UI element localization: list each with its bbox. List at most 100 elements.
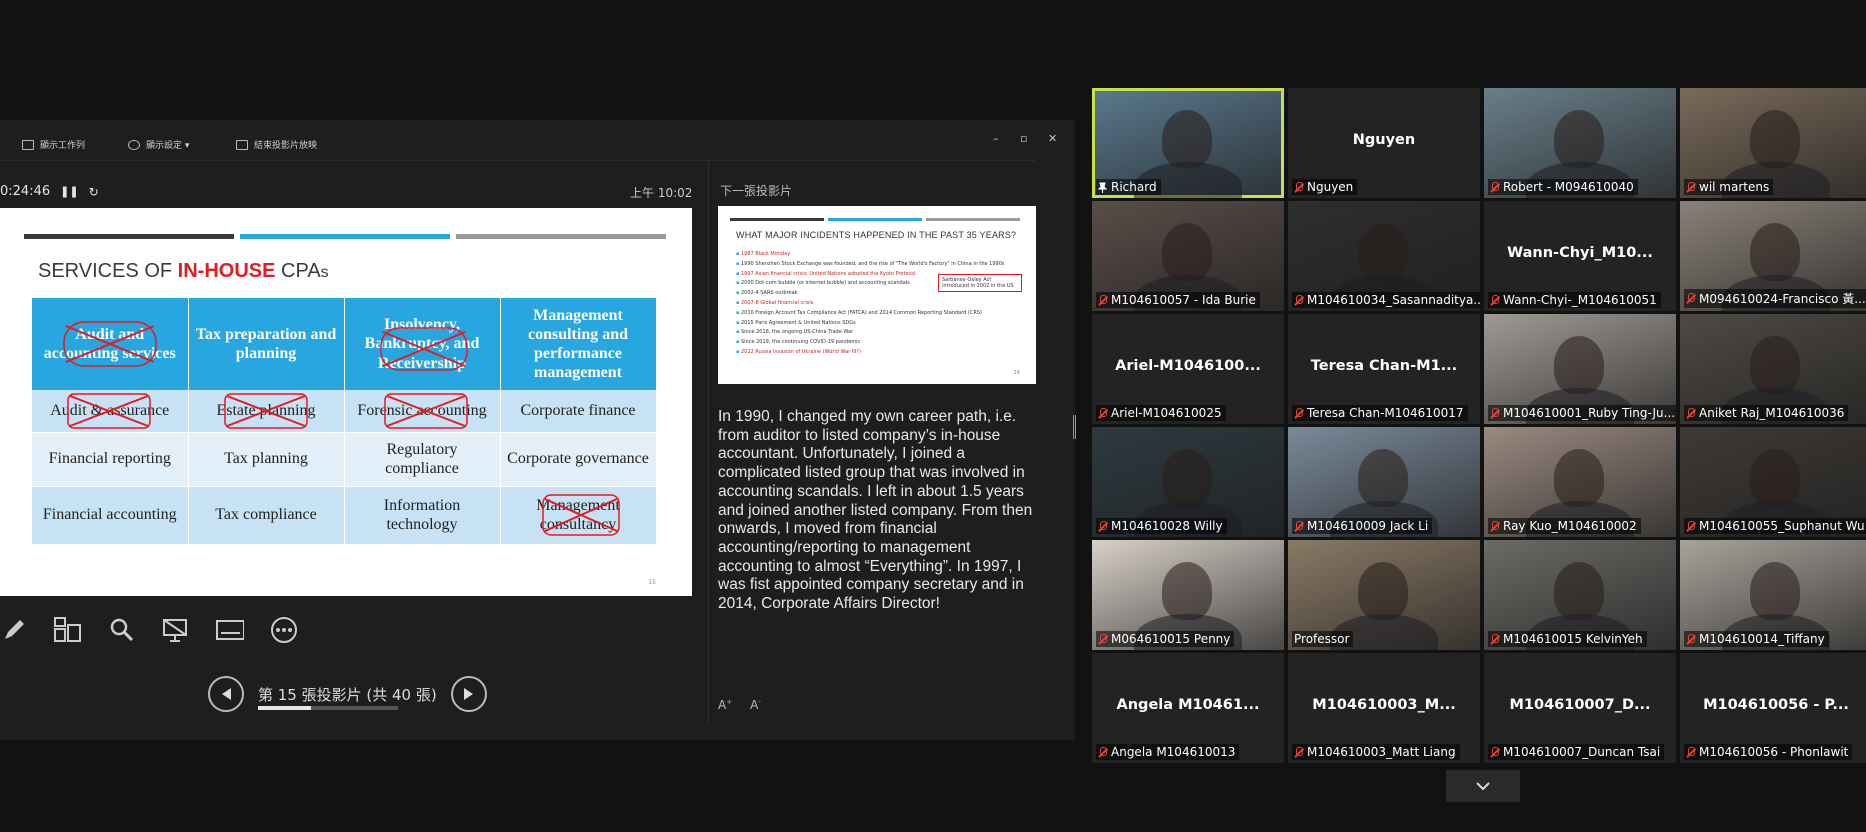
participant-name-label: M104610028 Willy [1096, 518, 1227, 534]
muted-mic-icon [1686, 293, 1695, 304]
slide-progress-fill [258, 706, 311, 710]
end-show-button[interactable]: 結束投影片放映 [236, 138, 317, 151]
participant-name-label: wil martens [1684, 179, 1774, 195]
display-settings-label: 顯示設定 ▾ [146, 141, 190, 151]
participant-tile[interactable]: Aniket Raj_M104610036 [1680, 314, 1866, 424]
cell-text: Financial accounting [42, 506, 177, 524]
pause-icon[interactable]: ❚❚ [60, 185, 78, 198]
participant-tile[interactable]: M104610055_Suphanut Wu... [1680, 427, 1866, 537]
slide-bar [730, 218, 824, 221]
participant-tile[interactable]: Richard [1092, 88, 1284, 198]
muted-mic-icon [1294, 181, 1303, 193]
participant-video [1750, 336, 1800, 394]
participant-name-label: M104610015 KelvinYeh [1488, 631, 1647, 647]
cell-text: Audit & assurance [50, 402, 170, 420]
participant-video [1554, 562, 1604, 620]
participant-name: M104610034_Sasannaditya... [1307, 293, 1480, 307]
cell: Regulatory compliance [344, 432, 501, 487]
participant-tile[interactable]: Ray Kuo_M104610002 [1484, 427, 1676, 537]
participant-tile[interactable]: Professor [1288, 540, 1480, 650]
muted-mic-icon [1686, 181, 1695, 193]
next-slide-preview[interactable]: WHAT MAJOR INCIDENTS HAPPENED IN THE PAS… [718, 206, 1036, 384]
muted-mic-icon [1490, 633, 1499, 645]
splitter-handle[interactable] [1073, 415, 1076, 439]
muted-mic-icon [1294, 520, 1303, 532]
muted-mic-icon [1098, 746, 1107, 758]
participant-tile[interactable]: M104610056 - P... M104610056 - Phonlawit [1680, 653, 1866, 763]
participant-name: M064610015 Penny [1111, 632, 1231, 646]
increase-font-button[interactable]: A+ [718, 698, 732, 712]
participant-display-name: Wann-Chyi_M10... [1507, 245, 1653, 261]
participant-tile[interactable]: M104610001_Ruby Ting-Ju... [1484, 314, 1676, 424]
previous-slide-button[interactable] [208, 676, 244, 712]
cell: Forensic accounting [344, 390, 501, 433]
participant-tile[interactable]: M104610003_M... M104610003_Matt Liang [1288, 653, 1480, 763]
incident-item: Since 2018, the ongoing US-China Trade W… [736, 328, 1005, 338]
pen-icon[interactable] [0, 616, 28, 644]
participant-tile[interactable]: Angela M10461... Angela M104610013 [1092, 653, 1284, 763]
participant-name-label: Teresa Chan-M104610017 [1292, 405, 1468, 421]
participant-name-label: Angela M104610013 [1096, 744, 1240, 760]
muted-mic-icon [1490, 520, 1499, 532]
black-screen-icon[interactable] [162, 616, 190, 644]
participant-tile[interactable]: Teresa Chan-M1... Teresa Chan-M104610017 [1288, 314, 1480, 424]
toolbar-divider [0, 160, 1035, 161]
participant-name: Professor [1294, 632, 1350, 646]
participant-display-name: M104610003_M... [1312, 697, 1456, 713]
current-slide: SERVICES OF IN-HOUSE CPAs Audit and acco… [0, 208, 692, 596]
pin-icon [1098, 182, 1107, 193]
participant-name-label: Nguyen [1292, 179, 1358, 195]
participant-name: Angela M104610013 [1111, 745, 1236, 759]
show-more-participants-button[interactable] [1446, 770, 1520, 802]
more-options-icon[interactable] [270, 616, 298, 644]
participant-tile[interactable]: M104610034_Sasannaditya... [1288, 201, 1480, 311]
participant-display-name: Ariel-M1046100... [1115, 358, 1261, 374]
participant-tile[interactable]: Ariel-M1046100... Ariel-M104610025 [1092, 314, 1284, 424]
subtitles-icon[interactable] [216, 616, 244, 644]
participant-name-label: Aniket Raj_M104610036 [1684, 405, 1849, 421]
muted-mic-icon [1490, 294, 1499, 306]
participant-tile[interactable]: M104610028 Willy [1092, 427, 1284, 537]
header-cell: Audit and accounting services [32, 298, 189, 390]
participant-tile[interactable]: Robert - M094610040 [1484, 88, 1676, 198]
show-taskbar-label: 顯示工作列 [40, 141, 86, 151]
participant-tile[interactable]: M104610057 - Ida Burie [1092, 201, 1284, 311]
show-taskbar-button[interactable]: 顯示工作列 [22, 138, 85, 151]
participant-video [1554, 336, 1604, 394]
participant-name: Wann-Chyi-_M104610051 [1503, 293, 1657, 307]
participant-name: M104610009 Jack Li [1307, 519, 1429, 533]
participant-tile[interactable]: M094610024-Francisco 黃... [1680, 201, 1866, 311]
muted-mic-icon [1294, 407, 1303, 419]
participant-name-label: Ray Kuo_M104610002 [1488, 518, 1641, 534]
next-slide-button[interactable] [450, 676, 487, 712]
participant-tile[interactable]: M104610014_Tiffany [1680, 540, 1866, 650]
header-audit: Audit and accounting services [43, 325, 176, 362]
participant-name-label: M104610009 Jack Li [1292, 518, 1433, 534]
display-settings-icon [128, 139, 140, 150]
next-slide-title: WHAT MAJOR INCIDENTS HAPPENED IN THE PAS… [736, 230, 1017, 240]
participant-tile[interactable]: Nguyen Nguyen [1288, 88, 1480, 198]
participant-name: M104610056 - Phonlawit [1699, 745, 1849, 759]
participant-tile[interactable]: M104610009 Jack Li [1288, 427, 1480, 537]
participant-video [1162, 110, 1212, 168]
participant-tile[interactable]: wil martens [1680, 88, 1866, 198]
participant-name: M104610055_Suphanut Wu... [1699, 519, 1866, 533]
slide-counter[interactable]: 第 15 張投影片 (共 40 張) [258, 684, 437, 705]
restore-button[interactable]: ▫ [1020, 132, 1027, 145]
restart-icon[interactable]: ↻ [89, 185, 99, 199]
participant-tile[interactable]: M104610015 KelvinYeh [1484, 540, 1676, 650]
minimize-button[interactable]: – [993, 132, 999, 145]
participant-name-label: Wann-Chyi-_M104610051 [1488, 292, 1661, 308]
close-button[interactable]: ✕ [1048, 132, 1057, 145]
see-all-slides-icon[interactable] [54, 616, 82, 644]
participant-tile[interactable]: Wann-Chyi_M10... Wann-Chyi-_M104610051 [1484, 201, 1676, 311]
zoom-icon[interactable] [108, 616, 136, 644]
muted-mic-icon [1294, 746, 1303, 758]
display-settings-button[interactable]: 顯示設定 ▾ [128, 138, 189, 151]
next-slide-color-bars [730, 218, 1024, 221]
participant-tile[interactable]: M104610007_D... M104610007_Duncan Tsai [1484, 653, 1676, 763]
participant-name: M104610007_Duncan Tsai [1503, 745, 1661, 759]
participant-name: Aniket Raj_M104610036 [1699, 406, 1845, 420]
decrease-font-button[interactable]: A- [750, 698, 761, 712]
participant-tile[interactable]: M064610015 Penny [1092, 540, 1284, 650]
